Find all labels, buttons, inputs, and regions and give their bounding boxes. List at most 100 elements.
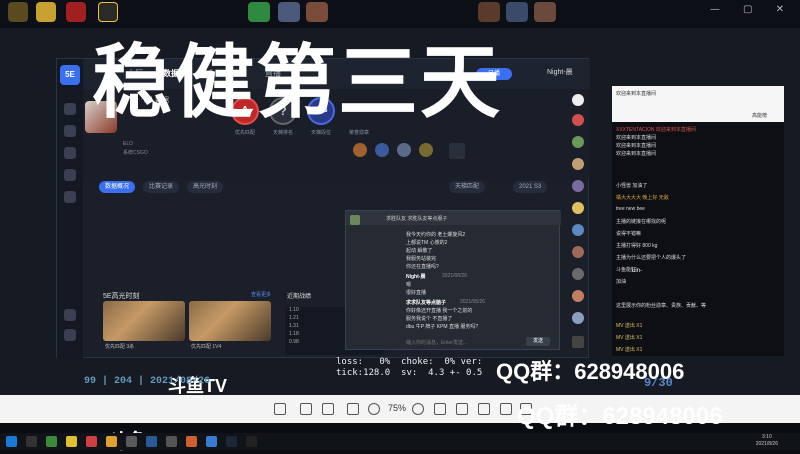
app-icon[interactable] xyxy=(146,436,157,447)
taskbar: 3:10 2021/8/26 xyxy=(0,433,800,450)
app-icon[interactable] xyxy=(572,94,584,106)
highlight-video-thumbnail[interactable] xyxy=(103,301,185,341)
edit-icon[interactable] xyxy=(456,403,468,415)
zoom-in-icon[interactable] xyxy=(412,403,424,415)
chat-input[interactable]: 输入你的消息，Enter发送... xyxy=(406,339,467,346)
stream-chat-header: 欢迎来到本直播间 xyxy=(616,91,657,97)
player-portrait-icon xyxy=(534,2,556,22)
app-icon[interactable] xyxy=(86,436,97,447)
app-icon[interactable] xyxy=(66,436,77,447)
send-button[interactable]: 发送 xyxy=(526,337,550,346)
contact-avatar[interactable] xyxy=(350,215,360,225)
fullscreen-icon[interactable] xyxy=(347,403,359,415)
chat-app-icon[interactable] xyxy=(572,336,584,348)
app-icon[interactable] xyxy=(106,436,117,447)
highlights-more-link[interactable]: 查看更多 xyxy=(251,291,271,298)
elo-label: ELO xyxy=(123,141,134,147)
chat-line: 你好像还开直播 我一个之前的 xyxy=(406,308,473,314)
zoom-level: 75% xyxy=(388,403,407,413)
chat-line: 起动 解散了 xyxy=(406,248,433,254)
scan-icon[interactable] xyxy=(322,403,334,415)
sidebar-lock-icon[interactable] xyxy=(64,147,76,159)
app-icon[interactable] xyxy=(166,436,177,447)
app-icon[interactable] xyxy=(572,290,584,302)
app-icon[interactable] xyxy=(572,246,584,258)
fit-icon[interactable] xyxy=(274,403,286,415)
app-icon[interactable] xyxy=(46,436,57,447)
filter-overview[interactable]: 数据概况 xyxy=(99,181,136,193)
app-icon[interactable] xyxy=(572,224,584,236)
copy-icon[interactable] xyxy=(434,403,446,415)
netgraph-readout: loss: 0% choke: 0% ver: tick:128.0 sv: 4… xyxy=(336,357,483,378)
filter-matches[interactable]: 比赛记录 xyxy=(143,181,180,193)
chat-line: 我今天约你的 老土螺旋风2 xyxy=(406,232,466,238)
mode-select[interactable]: 天梯匹配 xyxy=(449,181,486,193)
rating-gauge: Rating 1.49 总场数 / WE 16.27 xyxy=(253,217,307,285)
chat-line: 我服务站装完 xyxy=(406,256,437,262)
chat-time: 2021/08/26 xyxy=(460,299,486,305)
app-icon[interactable] xyxy=(126,436,137,447)
medal-icon[interactable] xyxy=(419,143,433,157)
app-icon[interactable] xyxy=(206,436,217,447)
window-controls[interactable]: — ▢ ✕ xyxy=(710,4,794,15)
top-fans-label[interactable]: 高能榜 xyxy=(752,112,767,119)
search-icon[interactable] xyxy=(26,436,37,447)
sidebar-home-icon[interactable] xyxy=(64,103,76,115)
chat-line: 你还在直播吗? xyxy=(406,264,439,270)
ladder-score-gauge: 天梯分 3115 超越了50%的玩家 xyxy=(109,217,163,285)
recent-matches-title: 近期战绩 xyxy=(287,294,312,300)
system-clock[interactable]: 3:10 2021/8/26 xyxy=(756,434,778,448)
highlight-caption: 优先匹配 3杀 xyxy=(105,344,135,350)
chat-window: 求胜队友 求胜队友等点服子 我今天约你的 老土螺旋风2 上都说TM 心慌的2 起… xyxy=(345,210,561,350)
filter-highlights[interactable]: 高光时刻 xyxy=(187,181,224,193)
steam-label: 系统CSGO xyxy=(123,150,148,156)
app-icon[interactable] xyxy=(572,202,584,214)
app-icon[interactable] xyxy=(572,180,584,192)
medal-icon[interactable] xyxy=(375,143,389,157)
season-select[interactable]: 2021 S3 xyxy=(513,181,548,193)
chat-message: MV 送出 X1 xyxy=(616,323,643,329)
hud-readout: 9/30 xyxy=(644,376,673,390)
app-icon[interactable] xyxy=(572,268,584,280)
app-icon[interactable] xyxy=(572,312,584,324)
ocr-icon[interactable] xyxy=(300,403,312,415)
sidebar-lock-icon[interactable] xyxy=(64,169,76,181)
stream-title-overlay: 稳健第三天 xyxy=(92,35,502,129)
qq-group-watermark: QQ群：628948006 xyxy=(517,403,723,430)
app-shortcut-icon[interactable] xyxy=(36,2,56,22)
sidebar-settings-icon[interactable] xyxy=(64,329,76,341)
app-icon[interactable] xyxy=(572,114,584,126)
start-icon[interactable] xyxy=(6,436,17,447)
win-rate-gauge: 胜率 73% 51场 / 11胜 / 4负 xyxy=(181,217,235,285)
crop-icon[interactable] xyxy=(478,403,490,415)
chat-message: XXXTENTACION 欢迎来到本直播间 xyxy=(616,127,696,133)
medal-icon[interactable] xyxy=(397,143,411,157)
chat-message: 加油 xyxy=(616,279,627,285)
medal-icon[interactable] xyxy=(353,143,367,157)
chat-sender: 求求队友等点脑子 xyxy=(406,300,447,306)
chat-message: MV 送出 X1 xyxy=(616,335,643,341)
app-icon[interactable] xyxy=(186,436,197,447)
app-shortcut-icon[interactable] xyxy=(66,2,86,22)
rotate-icon[interactable] xyxy=(500,403,512,415)
highlight-caption: 优先匹配 1V4 xyxy=(191,344,222,350)
add-medal-icon[interactable] xyxy=(449,143,465,159)
obs-icon[interactable] xyxy=(246,436,257,447)
sidebar-lock-icon[interactable] xyxy=(64,191,76,203)
5e-logo[interactable]: 5E xyxy=(60,65,80,85)
highlights-title: 5E高光时刻 xyxy=(103,293,140,300)
chat-header: 求胜队友 求胜队友等点服子 xyxy=(346,211,561,225)
chat-time: 2021/08/26 xyxy=(442,273,468,279)
app-icon[interactable] xyxy=(572,158,584,170)
zoom-out-icon[interactable] xyxy=(368,403,380,415)
username[interactable]: Night-晨 xyxy=(547,67,573,77)
chat-sender: Night-晨 xyxy=(406,274,426,280)
chat-message: 小怪兽 加油了 xyxy=(616,183,648,189)
app-icon[interactable] xyxy=(572,136,584,148)
steam-icon[interactable] xyxy=(226,436,237,447)
chat-line: 服务我说个 不直播了 xyxy=(406,316,453,322)
app-shortcut-icon[interactable] xyxy=(8,2,28,22)
highlight-video-thumbnail[interactable] xyxy=(189,301,271,341)
sidebar-search-icon[interactable] xyxy=(64,309,76,321)
sidebar-lock-icon[interactable] xyxy=(64,125,76,137)
